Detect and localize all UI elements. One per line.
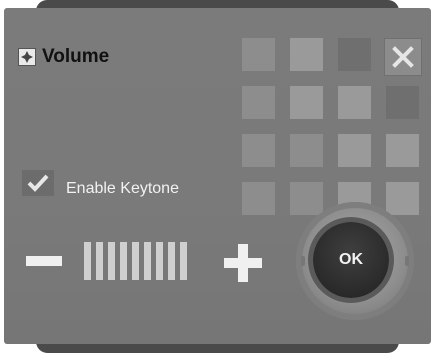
enable-keytone-checkbox[interactable] [22,170,54,196]
tile [290,182,323,215]
tile [242,134,275,167]
volume-bar [132,242,139,280]
plus-icon-vertical [238,244,248,282]
window-frame: Volume Enable Keytone OK [0,0,435,353]
dpad-right-marker [405,256,409,266]
volume-bar [156,242,163,280]
volume-bar [84,242,91,280]
close-icon [392,46,414,68]
close-button[interactable] [384,38,422,76]
volume-bar [144,242,151,280]
tile [386,86,419,119]
volume-bar [180,242,187,280]
volume-dialog-icon [18,48,36,66]
dpad-left-marker [301,256,305,266]
ok-button-label: OK [339,251,363,268]
tile [386,134,419,167]
dialog-title-text: Volume [42,46,110,67]
checkmark-icon [27,174,49,192]
volume-bar [96,242,103,280]
tile [242,182,275,215]
volume-up-button[interactable] [224,244,262,282]
tile [338,134,371,167]
volume-down-button[interactable] [26,256,62,266]
volume-bar [120,242,127,280]
volume-bar [168,242,175,280]
dialog-title: Volume [18,46,109,68]
tile [242,38,275,71]
tile [242,86,275,119]
enable-keytone-row[interactable]: Enable Keytone [22,168,179,198]
ok-button[interactable]: OK [313,222,389,298]
tile [386,182,419,215]
enable-keytone-label: Enable Keytone [66,180,179,197]
volume-level-meter[interactable] [84,242,210,280]
volume-bar [108,242,115,280]
volume-dialog: Volume Enable Keytone OK [4,8,431,344]
tile [290,38,323,71]
tile [338,38,371,71]
tile [338,86,371,119]
tile [290,134,323,167]
tile [290,86,323,119]
